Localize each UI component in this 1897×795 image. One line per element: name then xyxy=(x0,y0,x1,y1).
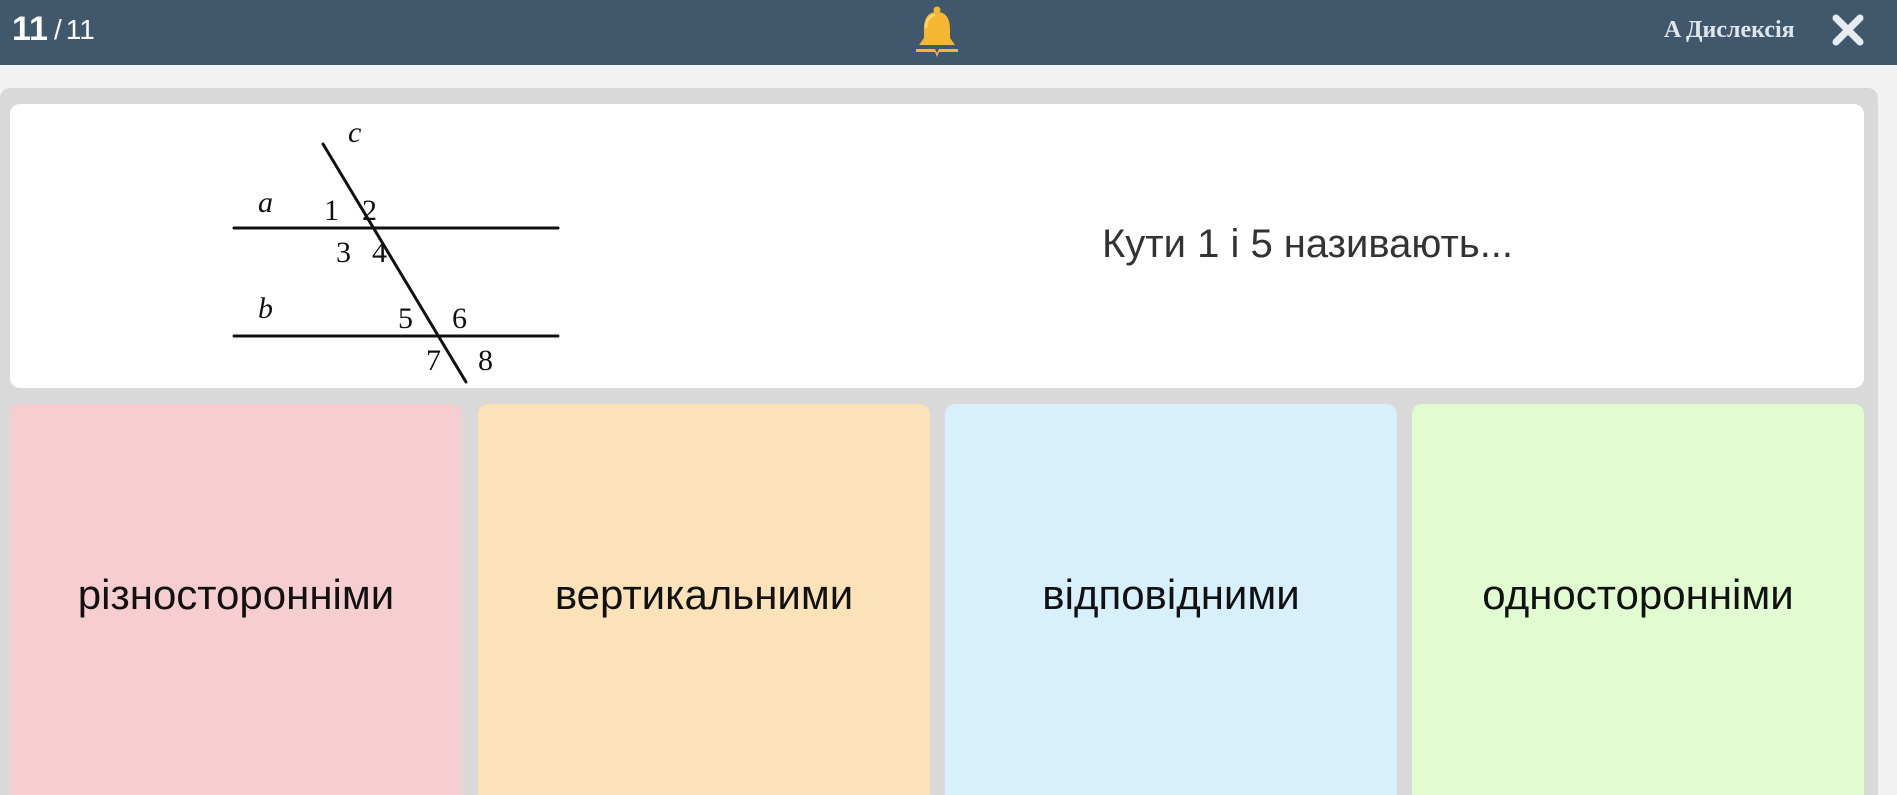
answer-option-4[interactable]: односторонніми xyxy=(1412,404,1864,795)
answer-option-label: різносторонніми xyxy=(77,570,395,618)
answer-option-3[interactable]: відповідними xyxy=(945,404,1397,795)
answer-option-label: відповідними xyxy=(1042,570,1300,618)
answer-option-label: вертикальними xyxy=(554,570,854,618)
angle-label-4: 4 xyxy=(372,236,387,269)
bell-icon xyxy=(916,6,958,57)
question-text: Кути 1 і 5 називають... xyxy=(1102,222,1514,266)
current-question-number: 11 xyxy=(12,10,48,48)
parallel-lines-diagram: c a b 1 2 3 4 5 6 7 8 xyxy=(232,116,560,384)
line-label-c: c xyxy=(348,116,361,149)
close-icon[interactable] xyxy=(1830,12,1866,48)
line-label-b: b xyxy=(258,292,273,325)
question-card: c a b 1 2 3 4 5 6 7 8 Кути 1 і 5 називаю… xyxy=(10,104,1864,388)
angle-label-2: 2 xyxy=(362,194,377,227)
total-questions: 11 xyxy=(65,13,95,45)
angle-label-7: 7 xyxy=(426,344,441,377)
angle-label-3: 3 xyxy=(336,236,351,269)
angle-label-8: 8 xyxy=(478,344,493,377)
question-counter: 11/11 xyxy=(12,10,95,49)
angle-label-5: 5 xyxy=(398,302,413,335)
line-label-a: a xyxy=(258,186,273,219)
dyslexia-toggle[interactable]: A Дислексія xyxy=(1664,14,1795,46)
counter-separator: / xyxy=(53,13,62,45)
angle-label-6: 6 xyxy=(452,302,467,335)
answer-option-2[interactable]: вертикальними xyxy=(478,404,930,795)
angle-label-1: 1 xyxy=(324,194,339,227)
answer-option-1[interactable]: різносторонніми xyxy=(10,404,462,795)
top-bar: 11/11 A Дислексія xyxy=(0,0,1897,65)
answer-option-label: односторонніми xyxy=(1482,570,1794,618)
